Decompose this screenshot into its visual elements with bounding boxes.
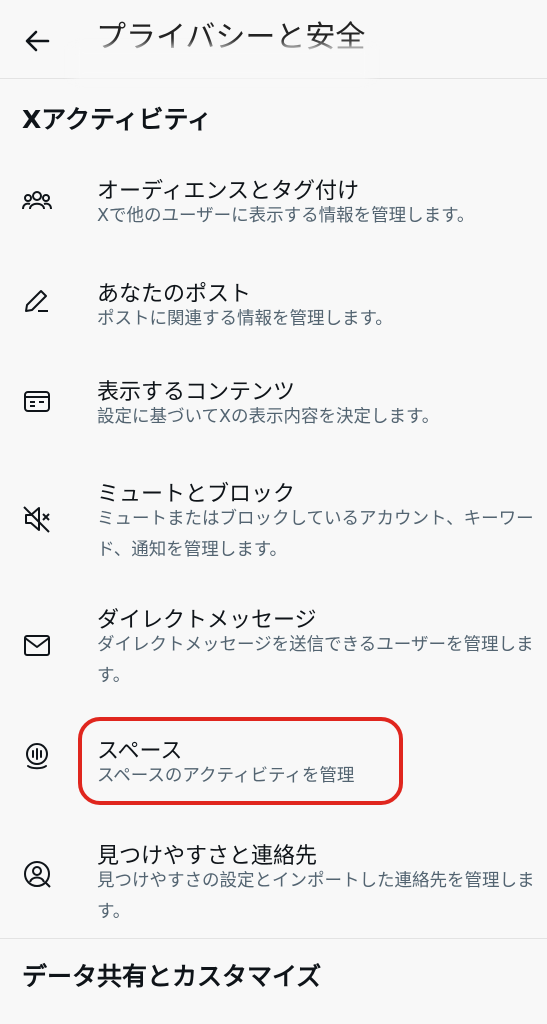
settings-item-description: ミュートまたはブロックしているアカウント、キーワード、通知を管理します。	[97, 509, 534, 560]
settings-item-description: ポストに関連する情報を管理します。	[97, 309, 393, 329]
settings-item-description: Xで他のユーザーに表示する情報を管理します。	[97, 206, 475, 226]
settings-item-your-posts[interactable]: あなたのポスト ポストに関連する情報を管理します。	[0, 268, 547, 348]
red-highlight-outline	[78, 717, 403, 805]
section-title-data-sharing: データ共有とカスタマイズ	[22, 962, 322, 991]
settings-item-audience-tagging[interactable]: オーディエンスとタグ付け Xで他のユーザーに表示する情報を管理します。	[0, 165, 547, 255]
spaces-icon	[20, 739, 54, 773]
audience-icon	[20, 185, 54, 219]
section-divider	[0, 938, 547, 939]
content-display-icon	[20, 384, 54, 418]
blurred-username	[72, 46, 372, 80]
envelope-icon	[20, 628, 54, 662]
section-title-x-activity: Xアクティビティ	[22, 105, 213, 134]
top-app-bar: プライバシーと安全	[0, 0, 547, 80]
pencil-icon	[20, 284, 54, 318]
settings-item-direct-messages[interactable]: ダイレクトメッセージ ダイレクトメッセージを送信できるユーザーを管理します。	[0, 594, 547, 704]
mute-speaker-icon	[20, 502, 54, 536]
discoverability-icon	[20, 857, 54, 891]
settings-item-description: 設定に基づいてXの表示内容を決定します。	[97, 407, 440, 427]
settings-item-description: 見つけやすさの設定とインポートした連絡先を管理します。	[97, 871, 535, 922]
settings-item-discoverability-contacts[interactable]: 見つけやすさと連絡先 見つけやすさの設定とインポートした連絡先を管理します。	[0, 830, 547, 940]
back-arrow-icon[interactable]	[22, 26, 52, 56]
settings-item-content-you-see[interactable]: 表示するコンテンツ 設定に基づいてXの表示内容を決定します。	[0, 366, 547, 446]
settings-item-description: ダイレクトメッセージを送信できるユーザーを管理します。	[97, 635, 534, 686]
settings-item-mute-block[interactable]: ミュートとブロック ミュートまたはブロックしているアカウント、キーワード、通知を…	[0, 468, 547, 578]
